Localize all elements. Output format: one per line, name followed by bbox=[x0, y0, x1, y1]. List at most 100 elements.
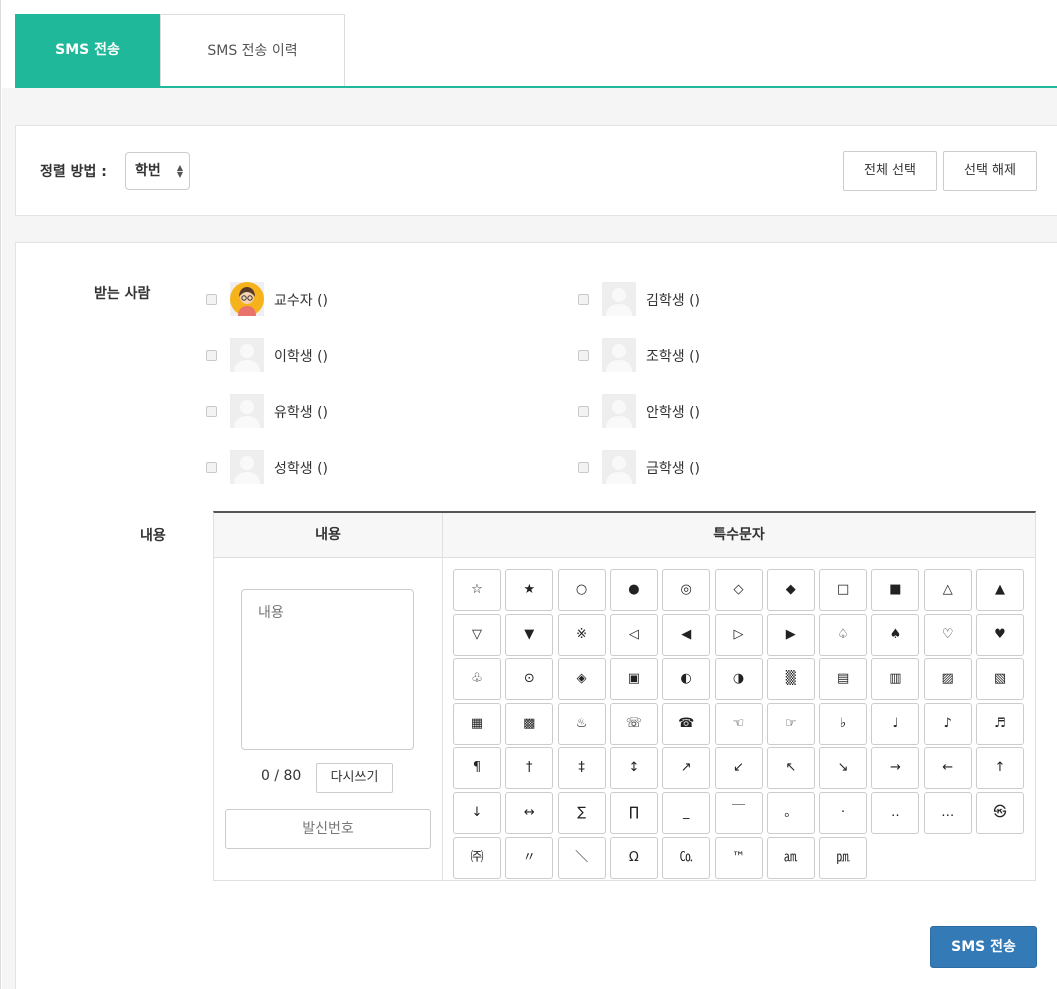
default-avatar bbox=[230, 450, 264, 484]
sort-label: 정렬 방법 : bbox=[40, 164, 107, 180]
special-char-button[interactable]: ♩ bbox=[871, 702, 920, 745]
special-char-button[interactable]: ㏂ bbox=[766, 836, 815, 879]
special-char-button[interactable]: ▒ bbox=[766, 658, 815, 701]
recipient-name: 안학생 () bbox=[646, 405, 701, 421]
special-char-button[interactable]: ‡ bbox=[557, 747, 606, 790]
special-char-button[interactable]: ™ bbox=[714, 836, 763, 879]
special-char-button[interactable]: ▼ bbox=[505, 613, 554, 656]
special-char-button[interactable]: ▲ bbox=[976, 569, 1024, 611]
special-char-button[interactable]: ◁ bbox=[609, 613, 658, 656]
special-char-button[interactable]: ♧ bbox=[453, 658, 501, 701]
special-char-button[interactable]: 〃 bbox=[505, 836, 554, 879]
special-char-button[interactable]: ■ bbox=[871, 569, 920, 611]
special-char-button[interactable]: △ bbox=[923, 569, 972, 611]
special-char-button[interactable]: ♠ bbox=[871, 613, 920, 656]
special-char-button[interactable]: ☜ bbox=[714, 702, 763, 745]
special-char-button[interactable]: ◆ bbox=[766, 569, 815, 611]
special-char-button[interactable]: ↔ bbox=[505, 792, 554, 834]
recipient-checkbox[interactable] bbox=[206, 462, 217, 473]
default-avatar bbox=[602, 450, 636, 484]
recipient-name: 조학생 () bbox=[646, 349, 701, 365]
special-char-button[interactable]: ○ bbox=[557, 569, 606, 611]
special-char-button[interactable]: · bbox=[819, 792, 868, 834]
special-char-button[interactable]: ▥ bbox=[871, 658, 920, 701]
special-char-button[interactable]: ♥ bbox=[976, 613, 1024, 656]
special-char-button[interactable]: ♭ bbox=[819, 702, 868, 745]
recipient-checkbox[interactable] bbox=[206, 406, 217, 417]
message-input[interactable] bbox=[241, 589, 414, 750]
special-char-button[interactable]: _ bbox=[662, 792, 711, 834]
special-char-button[interactable]: □ bbox=[819, 569, 868, 611]
special-char-button[interactable]: ⊙ bbox=[505, 658, 554, 701]
recipient-checkbox[interactable] bbox=[206, 294, 217, 305]
column-divider bbox=[442, 558, 443, 881]
special-char-button[interactable]: ㈜ bbox=[453, 836, 501, 879]
special-char-button[interactable]: † bbox=[505, 747, 554, 790]
special-char-button[interactable]: ● bbox=[609, 569, 658, 611]
tab-sms-send[interactable]: SMS 전송 bbox=[15, 14, 160, 86]
special-char-button[interactable]: ☞ bbox=[766, 702, 815, 745]
special-char-button[interactable]: ㏘ bbox=[819, 836, 868, 879]
special-char-button[interactable]: ☎ bbox=[662, 702, 711, 745]
special-char-button[interactable]: ◀ bbox=[662, 613, 711, 656]
special-char-button[interactable]: … bbox=[923, 792, 972, 834]
special-char-button[interactable]: ∑ bbox=[557, 792, 606, 834]
special-char-button[interactable]: ◇ bbox=[714, 569, 763, 611]
special-char-button[interactable]: ¶ bbox=[453, 747, 501, 790]
recipient-checkbox[interactable] bbox=[578, 294, 589, 305]
special-char-button[interactable]: ▨ bbox=[923, 658, 972, 701]
special-char-button[interactable]: ◎ bbox=[662, 569, 711, 611]
special-char-button[interactable]: 。 bbox=[766, 792, 815, 834]
special-char-button[interactable]: ♬ bbox=[976, 702, 1024, 745]
special-char-button[interactable]: ↖ bbox=[766, 747, 815, 790]
sms-send-button[interactable]: SMS 전송 bbox=[930, 926, 1037, 968]
special-char-button[interactable]: ♤ bbox=[819, 613, 868, 656]
special-char-button[interactable]: ♡ bbox=[923, 613, 972, 656]
special-char-button[interactable]: ← bbox=[923, 747, 972, 790]
special-char-button[interactable]: ♪ bbox=[923, 702, 972, 745]
sender-number-button[interactable]: 발신번호 bbox=[225, 809, 431, 849]
special-char-button[interactable]: ◑ bbox=[714, 658, 763, 701]
special-char-button[interactable]: ▦ bbox=[453, 702, 501, 745]
special-char-button[interactable]: ▩ bbox=[505, 702, 554, 745]
special-char-button[interactable]: ※ bbox=[557, 613, 606, 656]
special-char-button[interactable]: ◈ bbox=[557, 658, 606, 701]
sort-select[interactable]: 학번 ▲ ▼ bbox=[125, 152, 190, 190]
special-char-button[interactable]: ↓ bbox=[453, 792, 501, 834]
special-char-button[interactable]: ▽ bbox=[453, 613, 501, 656]
special-char-button[interactable]: ￣ bbox=[714, 792, 763, 834]
special-char-button[interactable]: ∏ bbox=[609, 792, 658, 834]
recipient-checkbox[interactable] bbox=[578, 462, 589, 473]
special-char-button[interactable]: ★ bbox=[505, 569, 554, 611]
recipient-name: 금학생 () bbox=[646, 461, 701, 477]
tab-bar: SMS 전송 SMS 전송 이력 bbox=[15, 14, 1057, 88]
rewrite-button[interactable]: 다시쓰기 bbox=[316, 763, 393, 793]
select-all-button[interactable]: 전체 선택 bbox=[843, 151, 937, 191]
recipient-checkbox[interactable] bbox=[578, 350, 589, 361]
special-char-button[interactable]: ▧ bbox=[976, 658, 1024, 701]
special-char-button[interactable]: Ω bbox=[609, 836, 658, 879]
recipient-checkbox[interactable] bbox=[206, 350, 217, 361]
deselect-button[interactable]: 선택 해제 bbox=[943, 151, 1037, 191]
special-char-button[interactable]: ↗ bbox=[662, 747, 711, 790]
special-char-button[interactable]: ▷ bbox=[714, 613, 763, 656]
special-char-button[interactable]: ♨ bbox=[557, 702, 606, 745]
special-char-button[interactable]: ↘ bbox=[819, 747, 868, 790]
special-char-button[interactable]: ＼ bbox=[557, 836, 606, 879]
special-char-button[interactable]: ▤ bbox=[819, 658, 868, 701]
special-char-button[interactable]: ↑ bbox=[976, 747, 1024, 790]
special-char-button[interactable]: ☆ bbox=[453, 569, 501, 611]
special-char-button[interactable]: ▶ bbox=[766, 613, 815, 656]
recipient-label: 받는 사람 bbox=[94, 286, 151, 302]
tab-sms-history[interactable]: SMS 전송 이력 bbox=[160, 14, 345, 86]
special-char-button[interactable]: ㉿ bbox=[976, 792, 1024, 834]
special-char-button[interactable]: ↙ bbox=[714, 747, 763, 790]
special-char-button[interactable]: → bbox=[871, 747, 920, 790]
recipient-checkbox[interactable] bbox=[578, 406, 589, 417]
special-char-button[interactable]: ☏ bbox=[609, 702, 658, 745]
special-char-button[interactable]: ▣ bbox=[609, 658, 658, 701]
special-char-button[interactable]: ‥ bbox=[871, 792, 920, 834]
special-char-button[interactable]: ㏇ bbox=[662, 836, 711, 879]
special-char-button[interactable]: ◐ bbox=[662, 658, 711, 701]
special-char-button[interactable]: ↕ bbox=[609, 747, 658, 790]
